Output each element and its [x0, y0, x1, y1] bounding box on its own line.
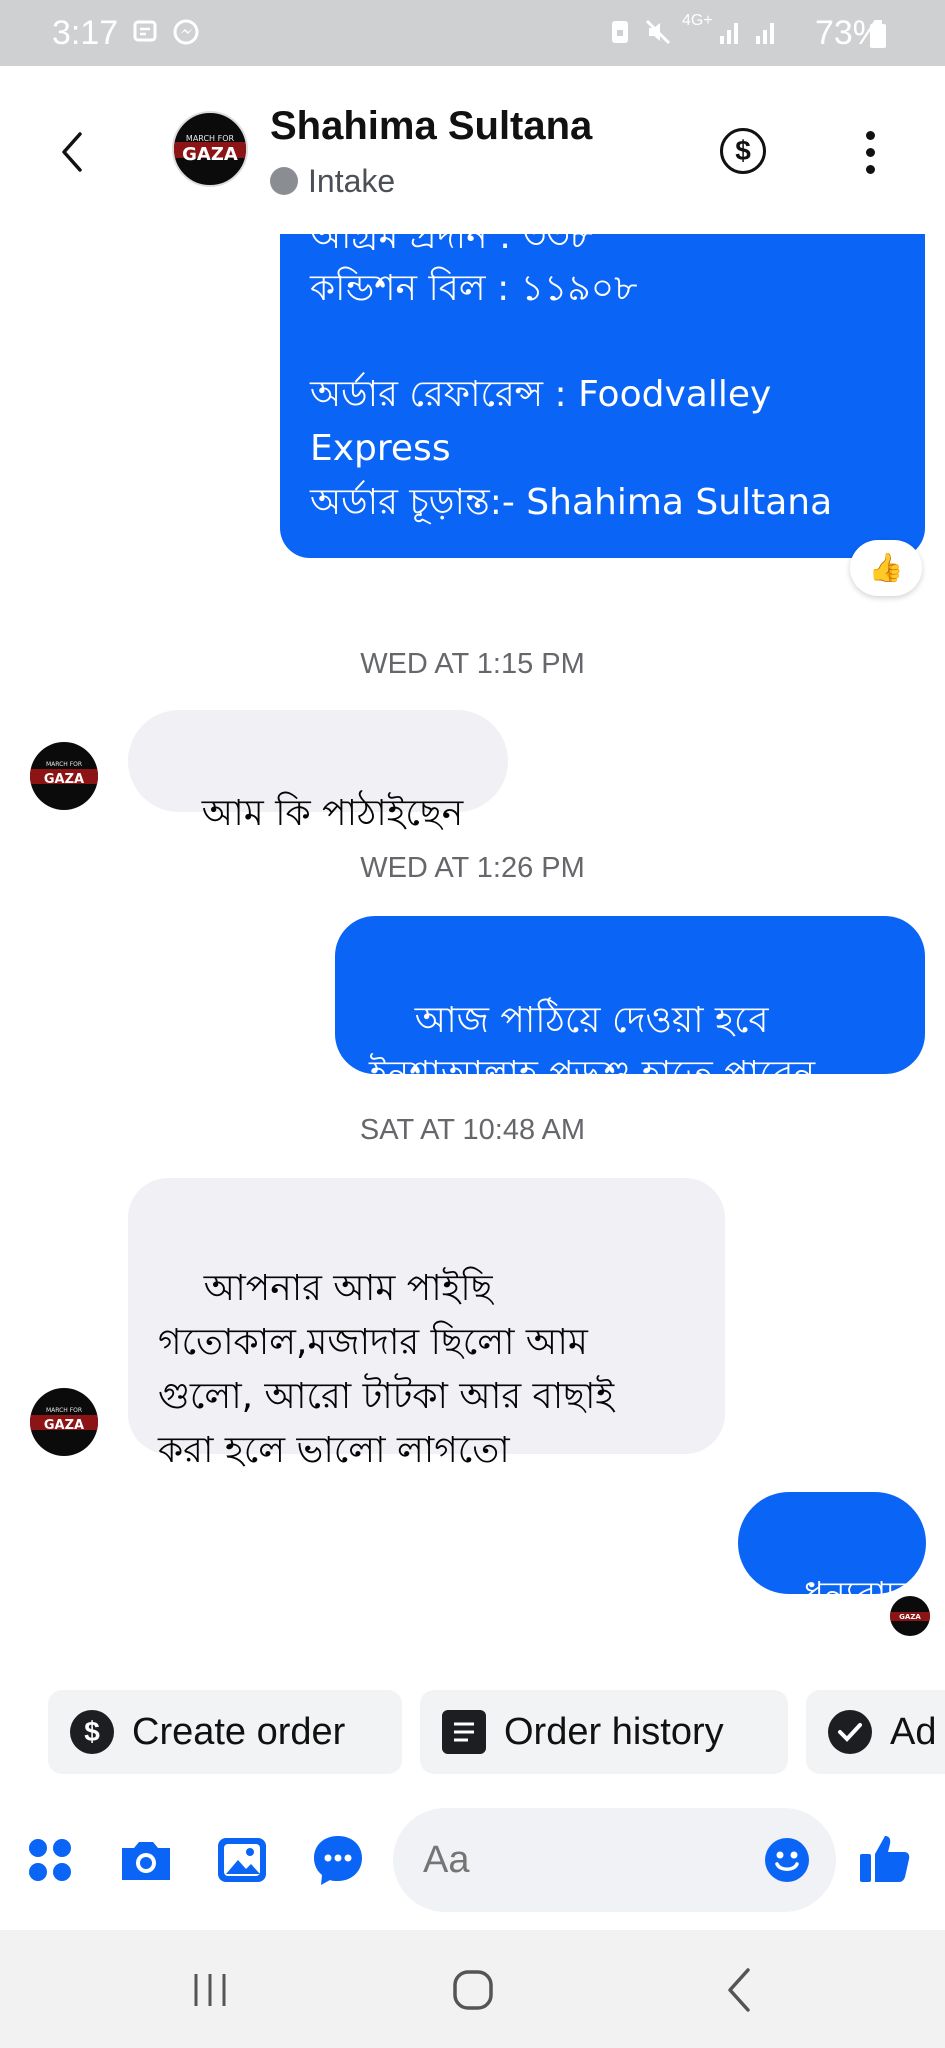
chip-label: Ad [890, 1710, 937, 1753]
receipt-icon [442, 1710, 486, 1754]
message-bubble-outgoing[interactable]: ধন্যবাদ [738, 1492, 926, 1616]
message-text: অগ্রিম প্রদান : ৩৩৮ [310, 234, 593, 257]
back-button[interactable] [50, 124, 94, 180]
message-icon [133, 20, 157, 42]
sender-avatar[interactable]: MARCH FOR GAZA [30, 742, 98, 810]
camera-icon[interactable] [118, 1832, 174, 1888]
status-bar: 3:17 4G+ 73% [0, 0, 945, 66]
emoji-icon[interactable] [763, 1836, 811, 1884]
avatar-text: GAZA [182, 144, 238, 166]
timestamp: WED AT 1:15 PM [360, 648, 585, 680]
chip-label: Order history [504, 1710, 724, 1753]
message-input-box[interactable] [393, 1808, 836, 1912]
message-bubble-incoming[interactable]: আপনার আম পাইছি গতোকাল,মজাদার ছিলো আম গুল… [128, 1178, 725, 1471]
timestamp: SAT AT 10:48 AM [359, 1114, 586, 1146]
thumbs-up-icon[interactable] [856, 1828, 916, 1888]
status-label: Intake [308, 162, 396, 199]
recent-apps-button[interactable] [180, 1960, 240, 2020]
message-text: অর্ডার রেফারেন্স : Foodvalley Express অর… [310, 374, 833, 523]
lock-icon [612, 21, 628, 43]
home-button[interactable] [443, 1960, 503, 2020]
message-bubble-outgoing[interactable]: আজ পাঠিয়ে দেওয়া হবে ইনশাআল্লাহ পড়শু হ… [335, 916, 925, 1095]
quick-actions: $ Create order Order history Ad [0, 1682, 945, 1782]
message-composer [0, 1782, 945, 1930]
sender-avatar[interactable]: MARCH FOR GAZA [30, 1388, 98, 1456]
message-text: আম কি পাঠাইছেন [201, 793, 464, 834]
payment-button[interactable]: $ [720, 128, 766, 174]
battery-icon [870, 20, 886, 48]
order-history-chip[interactable]: Order history [420, 1690, 788, 1774]
mute-icon [645, 19, 671, 45]
conversation-header: MARCH FOR GAZA Shahima Sultana Intake $ [0, 66, 945, 234]
apps-icon[interactable] [22, 1832, 78, 1888]
create-order-chip[interactable]: $ Create order [48, 1690, 402, 1774]
messenger-icon [173, 19, 199, 45]
message-text: আপনার আম পাইছি গতোকাল,মজাদার ছিলো আম গুল… [158, 1268, 615, 1471]
dollar-icon: $ [70, 1710, 114, 1754]
contact-avatar[interactable]: MARCH FOR GAZA [172, 111, 248, 187]
message-input[interactable] [423, 1830, 723, 1890]
message-text: আজ পাঠিয়ে দেওয়া হবে ইনশাআল্লাহ পড়শু হ… [369, 1000, 816, 1095]
signal-icon [720, 23, 774, 44]
contact-status: Intake [270, 161, 395, 201]
system-nav-bar [0, 1930, 945, 2048]
chat-more-icon[interactable] [310, 1832, 366, 1888]
check-circle-icon [828, 1710, 872, 1754]
status-time: 3:17 [52, 14, 119, 52]
gallery-icon[interactable] [214, 1832, 270, 1888]
message-bubble-incoming[interactable]: আম কি পাঠাইছেন [128, 710, 508, 834]
like-reaction[interactable]: 👍 [850, 540, 922, 596]
avatar-small-text: MARCH FOR [185, 133, 235, 143]
contact-name[interactable]: Shahima Sultana [270, 104, 592, 149]
add-chip[interactable]: Ad [806, 1690, 945, 1774]
more-options-button[interactable] [860, 128, 880, 176]
status-dot-icon [270, 167, 298, 195]
network-type: 4G+ [682, 12, 713, 29]
message-text: কন্ডিশন বিল : ১১৯০৮ [310, 268, 638, 309]
message-list[interactable]: অগ্রিম প্রদান : ৩৩৮ কন্ডিশন বিল : ১১৯০৮ … [0, 234, 945, 1682]
timestamp: WED AT 1:26 PM [360, 852, 585, 884]
chip-label: Create order [132, 1710, 346, 1753]
seen-avatar: GAZA [890, 1596, 930, 1636]
system-back-button[interactable] [710, 1960, 770, 2020]
message-bubble-outgoing[interactable]: অগ্রিম প্রদান : ৩৩৮ কন্ডিশন বিল : ১১৯০৮ … [280, 234, 925, 558]
